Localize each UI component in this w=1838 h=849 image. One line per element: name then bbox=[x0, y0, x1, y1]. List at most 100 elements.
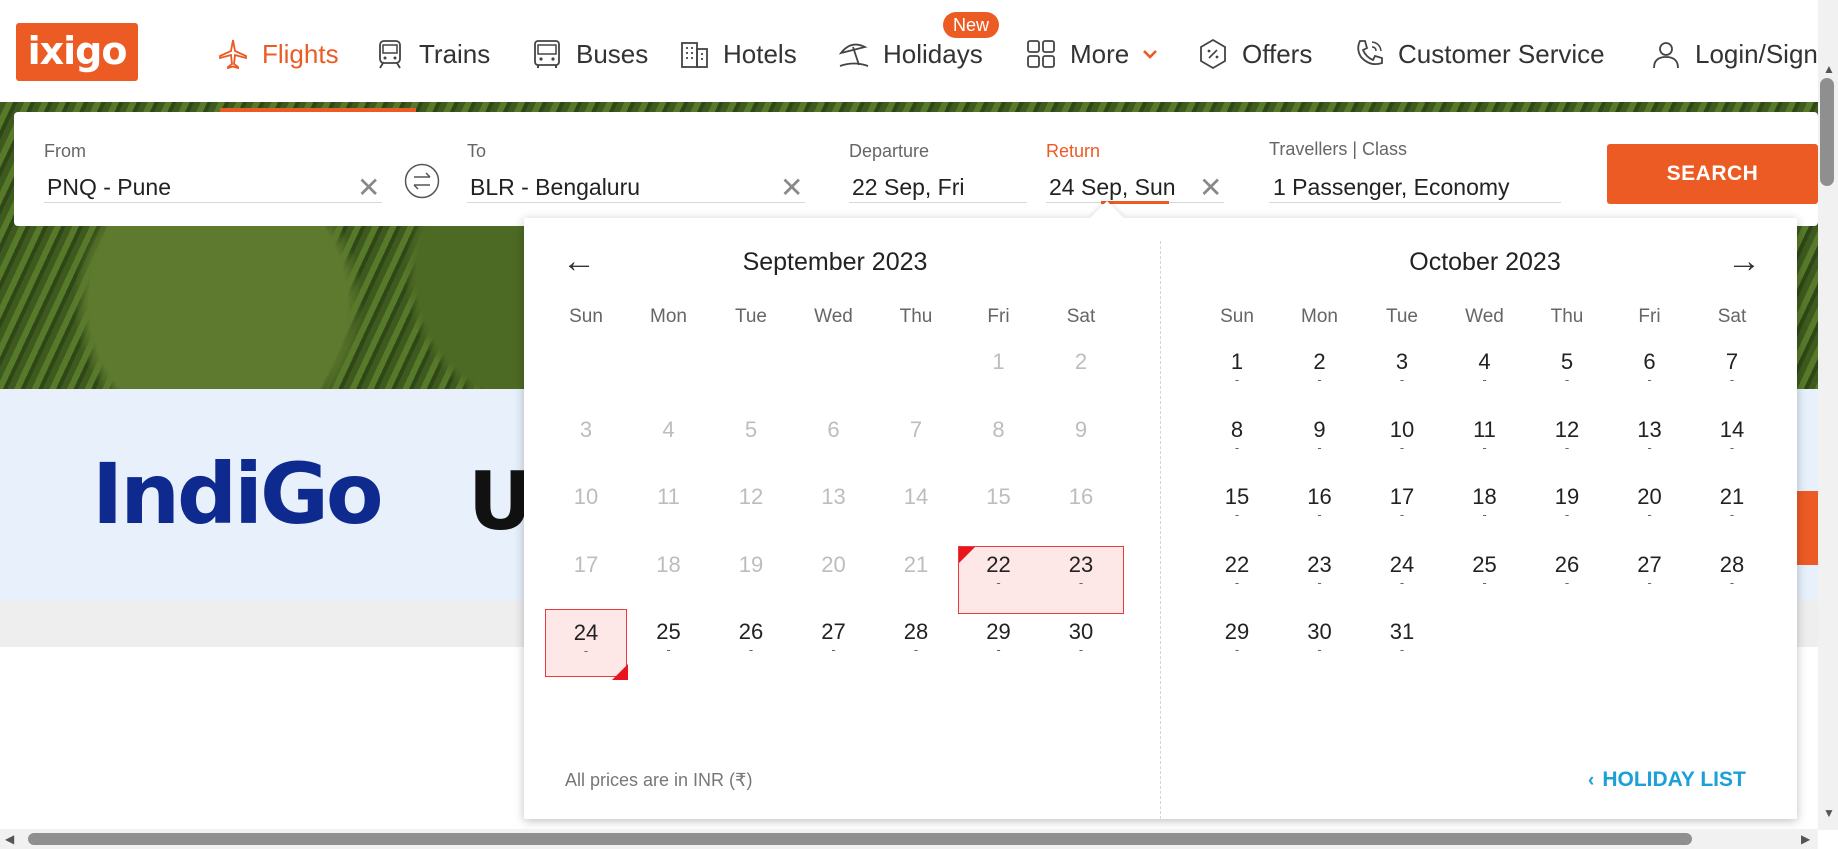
calendar-day[interactable]: 9- bbox=[1279, 407, 1361, 475]
holiday-list-link[interactable]: ‹ HOLIDAY LIST bbox=[1588, 768, 1746, 792]
day-price: - bbox=[1317, 574, 1322, 590]
ixigo-logo[interactable]: ixigo bbox=[16, 23, 138, 81]
calendar-day[interactable]: 19- bbox=[1526, 474, 1608, 542]
nav-customer-service[interactable]: Customer Service bbox=[1352, 30, 1605, 78]
departure-label: Departure bbox=[849, 141, 930, 161]
calendar-day[interactable]: 20- bbox=[1609, 474, 1691, 542]
calendar-day[interactable]: 25- bbox=[628, 609, 710, 677]
calendar-day[interactable]: 4- bbox=[1444, 339, 1526, 407]
calendar-day[interactable]: 6- bbox=[1609, 339, 1691, 407]
calendar-day[interactable]: 26- bbox=[710, 609, 792, 677]
calendar-day[interactable]: 26- bbox=[1526, 542, 1608, 610]
calendar-day[interactable]: 30- bbox=[1040, 609, 1122, 677]
day-price: - bbox=[913, 642, 919, 657]
train-icon bbox=[379, 40, 401, 69]
calendar-day[interactable]: 27- bbox=[1609, 542, 1691, 610]
day-number: 14 bbox=[1719, 416, 1745, 442]
calendar-day: 10 bbox=[545, 474, 627, 542]
calendar-day[interactable]: 30- bbox=[1279, 609, 1361, 677]
day-price: - bbox=[831, 642, 836, 657]
vertical-scroll-thumb[interactable] bbox=[1820, 78, 1834, 186]
calendar-day[interactable]: 24- bbox=[1361, 542, 1443, 610]
nav-more[interactable]: More bbox=[1024, 30, 1159, 78]
calendar-day[interactable]: 28- bbox=[875, 609, 957, 677]
calendar-day[interactable]: 31- bbox=[1361, 609, 1443, 677]
calendar-day[interactable]: 23- bbox=[1040, 542, 1122, 610]
nav-login[interactable]: Login/Sign bbox=[1649, 30, 1818, 78]
scroll-left-arrow-icon[interactable]: ◀ bbox=[5, 832, 14, 846]
weekday-header: Thu bbox=[899, 306, 933, 327]
top-header: ixigo Flights Trains Buses Hotels Holida… bbox=[0, 0, 1818, 102]
prev-month-arrow-icon[interactable]: ← bbox=[562, 244, 596, 278]
weekday-header: Mon bbox=[1301, 306, 1338, 327]
day-number: 24 bbox=[1389, 551, 1415, 577]
calendar-day[interactable]: 29- bbox=[958, 609, 1040, 677]
nav-trains[interactable]: Trains bbox=[373, 30, 490, 78]
day-number: 23 bbox=[1307, 551, 1332, 577]
calendar-day[interactable]: 8- bbox=[1196, 407, 1278, 475]
return-field[interactable]: 24 Sep, Sun bbox=[1049, 174, 1176, 201]
next-month-arrow-icon[interactable]: → bbox=[1727, 244, 1761, 278]
nav-offers[interactable]: Offers bbox=[1196, 30, 1312, 78]
day-number: 23 bbox=[1068, 551, 1094, 577]
calendar-day[interactable]: 21- bbox=[1691, 474, 1773, 542]
weekday-header: Fri bbox=[987, 306, 1010, 327]
calendar-day[interactable]: 28- bbox=[1691, 542, 1773, 610]
calendar-day[interactable]: 3- bbox=[1361, 339, 1443, 407]
swap-icon[interactable] bbox=[404, 163, 440, 199]
indigo-logo: IndiGo bbox=[92, 445, 384, 543]
day-price: - bbox=[1729, 372, 1735, 387]
day-price: - bbox=[666, 642, 671, 657]
day-price: - bbox=[1482, 574, 1487, 590]
user-icon bbox=[1653, 42, 1679, 69]
scroll-right-arrow-icon[interactable]: ▶ bbox=[1801, 832, 1810, 846]
calendar-day[interactable]: 14- bbox=[1691, 407, 1773, 475]
calendar-day[interactable]: 1- bbox=[1196, 339, 1278, 407]
weekday-header: Tue bbox=[1385, 306, 1419, 327]
return-active-underline bbox=[1101, 201, 1169, 204]
calendar-day[interactable]: 2- bbox=[1279, 339, 1361, 407]
calendar-day[interactable]: 16- bbox=[1279, 474, 1361, 542]
calendar-day: 16 bbox=[1040, 474, 1122, 542]
calendar-day[interactable]: 23- bbox=[1279, 542, 1361, 610]
weekday-header: Fri bbox=[1638, 306, 1661, 327]
travellers-field[interactable]: 1 Passenger, Economy bbox=[1273, 174, 1510, 201]
calendar-day[interactable]: 10- bbox=[1361, 407, 1443, 475]
calendar-day[interactable]: 29- bbox=[1196, 609, 1278, 677]
day-number: 6 bbox=[827, 416, 840, 442]
scroll-down-arrow-icon[interactable]: ▼ bbox=[1823, 806, 1835, 820]
to-field[interactable]: BLR - Bengaluru bbox=[470, 174, 640, 201]
travellers-underline bbox=[1269, 202, 1561, 203]
calendar-day[interactable]: 27- bbox=[793, 609, 875, 677]
day-number: 10 bbox=[1389, 416, 1415, 442]
from-field[interactable]: PNQ - Pune bbox=[47, 174, 171, 201]
weekday-header: Sun bbox=[1220, 306, 1254, 327]
calendar-day[interactable]: 5- bbox=[1526, 339, 1608, 407]
day-price: - bbox=[1647, 507, 1652, 522]
calendar-day[interactable]: 17- bbox=[1361, 474, 1443, 542]
calendar-day[interactable]: 11- bbox=[1444, 407, 1526, 475]
day-price: - bbox=[1399, 372, 1405, 387]
nav-label: Hotels bbox=[723, 38, 797, 69]
search-button[interactable]: SEARCH bbox=[1607, 144, 1818, 204]
clear-to-icon[interactable]: ✕ bbox=[780, 174, 803, 202]
day-price: - bbox=[1399, 507, 1405, 522]
nav-flights[interactable]: Flights bbox=[216, 30, 339, 78]
departure-field[interactable]: 22 Sep, Fri bbox=[852, 174, 965, 201]
horizontal-scroll-thumb[interactable] bbox=[28, 833, 1692, 845]
calendar-day[interactable]: 12- bbox=[1526, 407, 1608, 475]
calendar-day[interactable]: 25- bbox=[1444, 542, 1526, 610]
day-number: 19 bbox=[738, 551, 764, 577]
calendar-day[interactable]: 18- bbox=[1444, 474, 1526, 542]
day-price: - bbox=[1564, 574, 1570, 590]
calendar-day[interactable]: 15- bbox=[1196, 474, 1278, 542]
clear-from-icon[interactable]: ✕ bbox=[357, 174, 380, 202]
calendar-day[interactable]: 7- bbox=[1691, 339, 1773, 407]
scroll-up-arrow-icon[interactable]: ▲ bbox=[1823, 62, 1835, 76]
day-number: 12 bbox=[1554, 416, 1580, 442]
nav-buses[interactable]: Buses bbox=[530, 30, 648, 78]
clear-return-icon[interactable]: ✕ bbox=[1199, 174, 1222, 202]
calendar-day[interactable]: 22- bbox=[1196, 542, 1278, 610]
calendar-day[interactable]: 13- bbox=[1609, 407, 1691, 475]
nav-hotels[interactable]: Hotels bbox=[677, 30, 797, 78]
